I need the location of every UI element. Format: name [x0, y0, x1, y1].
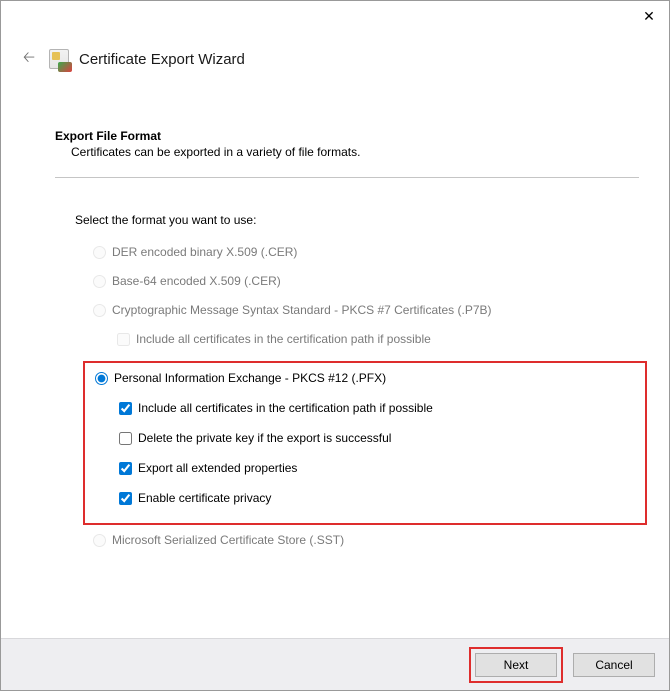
checkbox-pfx-delete[interactable]: Delete the private key if the export is …: [119, 431, 635, 445]
checkbox-pfx-privacy-input[interactable]: [119, 492, 132, 505]
radio-p7b-label: Cryptographic Message Syntax Standard - …: [112, 303, 492, 317]
page-subheading: Certificates can be exported in a variet…: [71, 145, 639, 159]
radio-p7b: Cryptographic Message Syntax Standard - …: [93, 303, 639, 317]
radio-base64: Base-64 encoded X.509 (.CER): [93, 274, 639, 288]
radio-der-input: [93, 246, 106, 259]
checkbox-pfx-ext-input[interactable]: [119, 462, 132, 475]
checkbox-pfx-delete-label: Delete the private key if the export is …: [138, 431, 391, 445]
back-arrow-icon[interactable]: 🡠: [19, 49, 39, 69]
checkbox-pfx-delete-input[interactable]: [119, 432, 132, 445]
checkbox-pfx-include[interactable]: Include all certificates in the certific…: [119, 401, 635, 415]
checkbox-p7b-include-label: Include all certificates in the certific…: [136, 332, 431, 346]
format-options: DER encoded binary X.509 (.CER) Base-64 …: [93, 245, 639, 547]
radio-sst: Microsoft Serialized Certificate Store (…: [93, 533, 639, 547]
radio-sst-label: Microsoft Serialized Certificate Store (…: [112, 533, 344, 547]
divider: [55, 177, 639, 178]
checkbox-p7b-include-input: [117, 333, 130, 346]
wizard-header: 🡠 Certificate Export Wizard: [19, 49, 651, 69]
wizard-title: Certificate Export Wizard: [79, 51, 245, 68]
highlight-box: Personal Information Exchange - PKCS #12…: [83, 361, 647, 525]
radio-p7b-input: [93, 304, 106, 317]
checkbox-pfx-ext-label: Export all extended properties: [138, 461, 297, 475]
certificate-wizard-icon: [49, 49, 69, 69]
radio-pfx[interactable]: Personal Information Exchange - PKCS #12…: [95, 371, 635, 385]
checkbox-pfx-privacy-label: Enable certificate privacy: [138, 491, 271, 505]
close-icon[interactable]: ✕: [635, 5, 663, 27]
radio-base64-label: Base-64 encoded X.509 (.CER): [112, 274, 281, 288]
checkbox-p7b-include: Include all certificates in the certific…: [117, 332, 639, 346]
radio-pfx-input[interactable]: [95, 372, 108, 385]
radio-pfx-label: Personal Information Exchange - PKCS #12…: [114, 371, 386, 385]
checkbox-pfx-include-input[interactable]: [119, 402, 132, 415]
cancel-button[interactable]: Cancel: [573, 653, 655, 677]
wizard-footer: Next Cancel: [1, 638, 669, 690]
radio-sst-input: [93, 534, 106, 547]
dialog-window: ✕ 🡠 Certificate Export Wizard Export Fil…: [0, 0, 670, 691]
radio-der-label: DER encoded binary X.509 (.CER): [112, 245, 297, 259]
checkbox-pfx-include-label: Include all certificates in the certific…: [138, 401, 433, 415]
radio-der: DER encoded binary X.509 (.CER): [93, 245, 639, 259]
wizard-content: Export File Format Certificates can be e…: [55, 129, 639, 562]
checkbox-pfx-privacy[interactable]: Enable certificate privacy: [119, 491, 635, 505]
checkbox-pfx-ext[interactable]: Export all extended properties: [119, 461, 635, 475]
instruction-text: Select the format you want to use:: [75, 213, 639, 227]
next-button[interactable]: Next: [475, 653, 557, 677]
radio-base64-input: [93, 275, 106, 288]
highlight-next: Next: [469, 647, 563, 683]
page-heading: Export File Format: [55, 129, 639, 143]
